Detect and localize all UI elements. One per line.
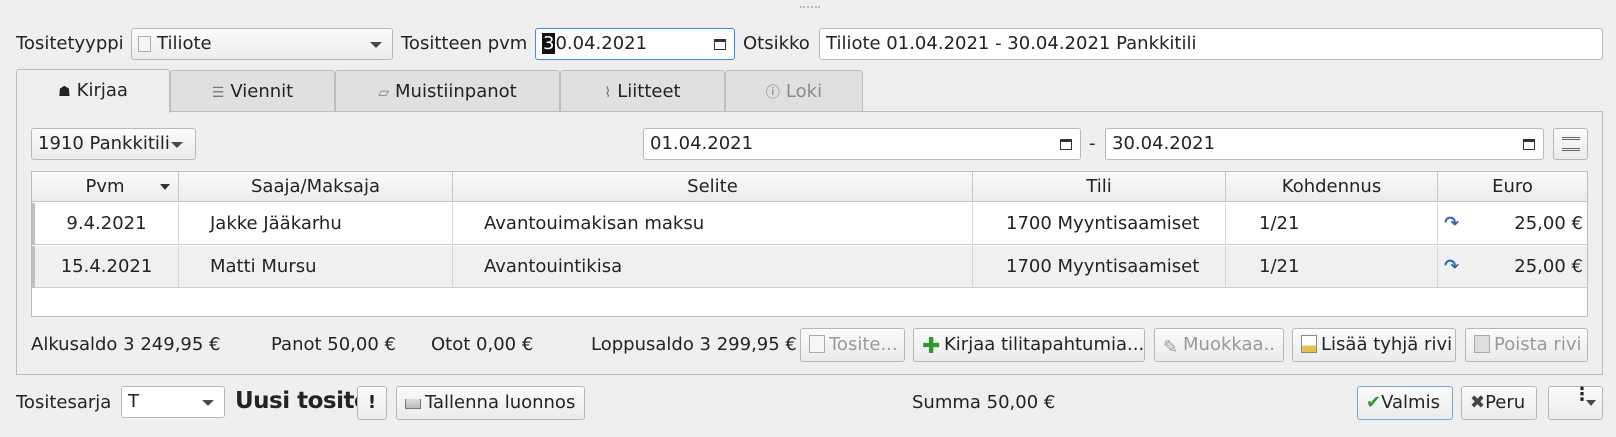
more-menu-button[interactable]: ⋮ <box>1548 386 1603 420</box>
cell-selite: Avantouintikisa <box>453 246 973 288</box>
cell-euro: 25,00 € <box>1514 213 1583 234</box>
tab-label: Muistiinpanot <box>395 81 517 102</box>
plus-icon: ✚ <box>922 334 941 359</box>
list-icon: ☰ <box>211 85 225 101</box>
tab-label: Viennit <box>230 81 294 102</box>
table-row[interactable]: 15.4.2021 Matti Mursu Avantouintikisa 17… <box>32 246 1587 288</box>
record-transactions-button[interactable]: ✚ Kirjaa tilitapahtumia... <box>913 328 1145 362</box>
pencil-icon: ✎ <box>1163 337 1179 358</box>
cell-saaja: Matti Mursu <box>179 246 453 288</box>
end-date-input[interactable]: 30.04.2021 <box>1105 128 1544 160</box>
cell-pvm: 9.4.2021 <box>35 203 179 245</box>
statement-icon <box>138 36 151 52</box>
document-type-label: Tositetyyppi <box>16 33 124 54</box>
cell-selite: Avantouimakisan maksu <box>453 203 973 245</box>
delete-row-button[interactable]: Poista rivi <box>1465 328 1588 362</box>
done-button[interactable]: ✔Valmis <box>1357 386 1453 420</box>
warning-button[interactable]: ! <box>357 386 387 420</box>
start-date-input[interactable]: 01.04.2021 <box>643 128 1081 160</box>
document-date-label: Tositteen pvm <box>401 33 528 54</box>
closing-balance: Loppusaldo 3 299,95 € <box>591 334 797 355</box>
cancel-button[interactable]: ✖Peru <box>1461 386 1537 420</box>
calendar-icon[interactable] <box>714 39 726 50</box>
text-cursor: 3 <box>542 33 556 54</box>
title-input[interactable]: Tiliote 01.04.2021 - 30.04.2021 Pankkiti… <box>819 28 1603 60</box>
series-label: Tositesarja <box>16 392 112 413</box>
tab-viennit[interactable]: ☰ Viennit <box>170 70 335 112</box>
account-value: 1910 Pankkitili <box>38 133 170 154</box>
tab-label: Kirjaa <box>76 80 128 101</box>
transactions-table: Pvm Saaja/Maksaja Selite Tili Kohdennus … <box>31 171 1588 317</box>
cell-kohdennus: 1/21 <box>1226 246 1438 288</box>
sort-descending-icon <box>160 184 170 190</box>
total-sum: Summa 50,00 € <box>912 392 1056 413</box>
document-title: Uusi tosite <box>235 388 370 414</box>
kebab-menu-icon: ⋮ <box>1573 384 1591 405</box>
series-select[interactable]: T <box>121 386 225 418</box>
window-drag-handle[interactable] <box>800 6 820 10</box>
filter-options-button[interactable] <box>1553 128 1588 160</box>
document-icon <box>809 335 825 353</box>
add-empty-row-button[interactable]: Lisää tyhjä rivi <box>1292 328 1456 362</box>
cell-saaja: Jakke Jääkarhu <box>179 203 453 245</box>
check-icon: ✔ <box>1366 392 1382 413</box>
document-date-value: 0.04.2021 <box>555 33 648 54</box>
filter-icon <box>1562 137 1580 151</box>
title-label: Otsikko <box>743 33 810 54</box>
date-range-separator: - <box>1089 133 1096 154</box>
document-date-input[interactable]: 30.04.2021 <box>535 28 735 60</box>
tab-kirjaa[interactable]: ☗ Kirjaa <box>16 69 170 113</box>
delete-row-icon <box>1474 335 1490 353</box>
document-type-select[interactable]: Tiliote <box>131 28 393 60</box>
column-header-pvm[interactable]: Pvm <box>32 172 179 202</box>
cell-tili: 1700 Myyntisaamiset <box>973 246 1226 288</box>
cell-euro: 25,00 € <box>1514 256 1583 277</box>
withdrawals-total: Otot 0,00 € <box>431 334 534 355</box>
calendar-icon[interactable] <box>1523 139 1535 150</box>
tab-label: Liitteet <box>617 81 681 102</box>
chevron-down-icon <box>171 142 183 148</box>
calendar-icon[interactable] <box>1060 139 1072 150</box>
note-icon: ▱ <box>378 85 390 101</box>
start-date-value: 01.04.2021 <box>650 133 754 154</box>
chevron-down-icon <box>202 400 214 406</box>
info-icon: ⓘ <box>765 85 780 101</box>
close-icon: ✖ <box>1470 392 1486 413</box>
opening-balance: Alkusaldo 3 249,95 € <box>31 334 221 355</box>
cell-kohdennus: 1/21 <box>1226 203 1438 245</box>
title-value: Tiliote 01.04.2021 - 30.04.2021 Pankkiti… <box>826 33 1197 54</box>
account-select[interactable]: 1910 Pankkitili <box>31 128 196 160</box>
chevron-down-icon <box>370 42 382 48</box>
column-header-saaja[interactable]: Saaja/Maksaja <box>179 172 453 202</box>
chevron-down-icon <box>1586 400 1596 406</box>
stamp-icon: ☗ <box>58 84 71 100</box>
tab-liitteet[interactable]: ⌇ Liitteet <box>560 70 725 112</box>
table-row[interactable]: 9.4.2021 Jakke Jääkarhu Avantouimakisan … <box>32 203 1587 245</box>
edit-button[interactable]: ✎ Muokkaa.. <box>1154 328 1284 362</box>
tab-muistiinpanot[interactable]: ▱ Muistiinpanot <box>335 70 560 112</box>
tosite-button[interactable]: Tosite... <box>800 328 905 362</box>
paperclip-icon: ⌇ <box>604 85 612 101</box>
end-date-value: 30.04.2021 <box>1112 133 1216 154</box>
save-draft-button[interactable]: Tallenna luonnos <box>396 386 585 420</box>
exclamation-icon: ! <box>367 392 377 413</box>
save-tray-icon <box>405 399 421 409</box>
add-row-icon <box>1301 335 1317 353</box>
document-type-value: Tiliote <box>157 33 212 54</box>
tab-loki[interactable]: ⓘ Loki <box>725 70 863 112</box>
cell-tili: 1700 Myyntisaamiset <box>973 203 1226 245</box>
column-header-kohdennus[interactable]: Kohdennus <box>1226 172 1438 202</box>
column-header-selite[interactable]: Selite <box>453 172 973 202</box>
series-value: T <box>128 391 139 412</box>
column-header-euro[interactable]: Euro <box>1438 172 1587 202</box>
deposits-total: Panot 50,00 € <box>271 334 396 355</box>
cell-pvm: 15.4.2021 <box>35 246 179 288</box>
tab-label: Loki <box>785 81 823 102</box>
column-header-tili[interactable]: Tili <box>973 172 1226 202</box>
